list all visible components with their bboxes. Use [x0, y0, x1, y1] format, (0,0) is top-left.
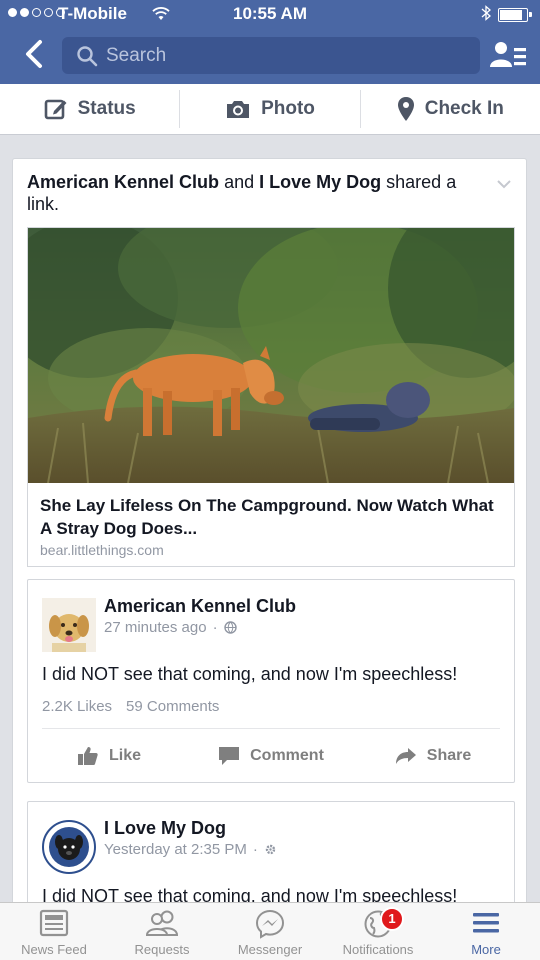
post-meta: Yesterday at 2:35 PM · — [104, 841, 277, 858]
tab-label: Messenger — [237, 942, 303, 957]
composer-bar: Status Photo Check In — [0, 84, 540, 135]
tab-label: More — [471, 942, 501, 957]
share-label: Share — [426, 747, 472, 764]
messenger-icon — [255, 909, 285, 939]
photo-label: Photo — [261, 98, 315, 119]
attached-post: American Kennel Club 27 minutes ago · I … — [27, 579, 515, 783]
comments-count[interactable]: 59 Comments — [126, 698, 219, 715]
check-in-button[interactable]: Check In — [359, 90, 540, 128]
tab-label: News Feed — [21, 942, 87, 957]
tab-notifications[interactable]: 1 Notifications — [324, 903, 432, 960]
bluetooth-icon — [481, 4, 491, 27]
chevron-down-icon[interactable] — [497, 179, 511, 189]
notification-badge: 1 — [380, 907, 404, 931]
search-bar[interactable] — [62, 37, 480, 74]
story-card: American Kennel Club and I Love My Dog s… — [12, 158, 527, 941]
likes-count[interactable]: 2.2K Likes — [42, 698, 112, 715]
like-button[interactable]: Like — [28, 736, 190, 776]
location-pin-icon — [397, 97, 414, 121]
status-button[interactable]: Status — [0, 90, 179, 128]
post-author[interactable]: I Love My Dog — [104, 818, 226, 839]
top-bar: T-Mobile 10:55 AM — [0, 0, 540, 84]
post-text: I did NOT see that coming, and now I'm s… — [42, 664, 458, 684]
clock: 10:55 AM — [232, 4, 307, 23]
shared-link-preview[interactable]: She Lay Lifeless On The Campground. Now … — [27, 227, 515, 567]
post-author[interactable]: American Kennel Club — [104, 596, 296, 617]
gear-icon — [265, 844, 276, 855]
share-arrow-icon — [395, 748, 416, 764]
battery-icon — [498, 8, 532, 22]
meta-separator: · — [252, 841, 258, 858]
edit-icon — [44, 99, 67, 120]
connector-text: and — [224, 172, 255, 192]
meta-separator: · — [212, 619, 218, 636]
thumbs-up-icon — [77, 747, 98, 765]
menu-icon — [473, 913, 499, 933]
tab-more[interactable]: More — [432, 903, 540, 960]
actor-link[interactable]: American Kennel Club — [27, 172, 219, 192]
comment-icon — [219, 747, 240, 765]
friends-list-icon — [490, 42, 526, 67]
share-button[interactable]: Share — [352, 736, 514, 776]
search-icon — [77, 45, 98, 66]
back-button[interactable] — [22, 38, 50, 70]
status-bar: T-Mobile 10:55 AM — [0, 0, 540, 28]
post-counts: 2.2K Likes 59 Comments — [42, 698, 219, 715]
news-feed-icon — [39, 909, 69, 937]
friends-icon — [145, 910, 179, 936]
story-headline: American Kennel Club and I Love My Dog s… — [27, 171, 487, 215]
post-meta: 27 minutes ago · — [104, 619, 237, 636]
photo-button[interactable]: Photo — [179, 90, 359, 128]
globe-icon — [223, 621, 237, 634]
camera-icon — [227, 101, 250, 118]
post-timestamp[interactable]: Yesterday at 2:35 PM — [104, 841, 247, 858]
check-in-label: Check In — [424, 98, 504, 119]
status-label: Status — [77, 98, 136, 119]
tab-messenger[interactable]: Messenger — [216, 903, 324, 960]
avatar[interactable] — [42, 820, 96, 874]
tab-bar: News Feed Requests Messenger 1 Notificat… — [0, 902, 540, 960]
search-input[interactable] — [106, 44, 466, 67]
link-title[interactable]: She Lay Lifeless On The Campground. Now … — [40, 494, 500, 540]
tab-news-feed[interactable]: News Feed — [0, 903, 108, 960]
tab-label: Requests — [134, 942, 190, 957]
friends-list-button[interactable] — [490, 40, 526, 70]
post-timestamp[interactable]: 27 minutes ago — [104, 619, 207, 636]
comment-button[interactable]: Comment — [190, 736, 352, 776]
post-actions: Like Comment Share — [28, 736, 514, 776]
comment-label: Comment — [250, 747, 324, 764]
actor-link[interactable]: I Love My Dog — [259, 172, 381, 192]
link-thumbnail-image — [28, 228, 514, 483]
tab-requests[interactable]: Requests — [108, 903, 216, 960]
tab-label: Notifications — [342, 942, 414, 957]
avatar[interactable] — [42, 598, 96, 652]
divider — [42, 728, 500, 729]
link-domain: bear.littlethings.com — [40, 542, 164, 558]
like-label: Like — [108, 747, 141, 764]
